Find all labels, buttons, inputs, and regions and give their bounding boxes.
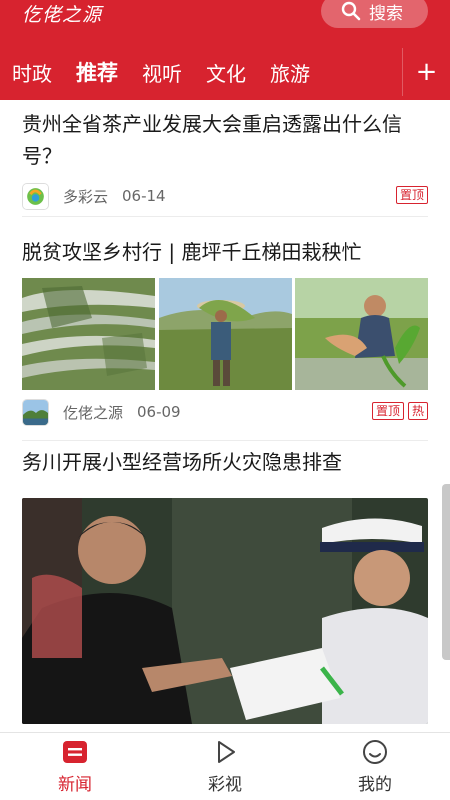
- article-title: 脱贫攻坚乡村行 | 鹿坪千丘梯田栽秧忙: [22, 240, 362, 264]
- source-name: 多彩云: [63, 187, 109, 206]
- search-icon: [341, 1, 361, 21]
- tab-travel[interactable]: 旅游: [270, 58, 310, 87]
- article-meta: 仡佬之源 06-09 置顶 热: [22, 398, 428, 426]
- news-feed[interactable]: 贵州全省茶产业发展大会重启透露出什么信号？ 多彩云 06-14 置顶 脱贫攻坚乡…: [0, 100, 450, 732]
- play-icon: [218, 740, 235, 763]
- list-item[interactable]: 务川开展小型经营场所火灾隐患排查: [22, 446, 428, 732]
- nav-news[interactable]: 新闻: [0, 733, 150, 800]
- article-title: 务川开展小型经营场所火灾隐患排查: [22, 450, 342, 474]
- publish-date: 06-09: [137, 403, 181, 421]
- scrollbar[interactable]: [442, 484, 450, 660]
- fire-inspection-photo: [22, 498, 428, 724]
- app-logo: 仡佬之源: [22, 4, 103, 26]
- article-title: 贵州全省茶产业发展大会重启透露出什么信号？: [22, 112, 402, 168]
- pinned-badge: 置顶: [395, 186, 428, 204]
- hot-badge: 热: [407, 402, 428, 420]
- channel-tabs: 时政 推荐 视听 文化 旅游: [0, 48, 400, 96]
- image-gallery: [22, 278, 428, 390]
- terrace-photo: [22, 278, 155, 390]
- list-item[interactable]: 贵州全省茶产业发展大会重启透露出什么信号？ 多彩云 06-14 置顶: [22, 108, 428, 218]
- tab-culture[interactable]: 文化: [206, 58, 246, 87]
- smiley-icon: [363, 739, 387, 764]
- top-header: 仡佬之源 搜索 时政 推荐 视听 文化 旅游 +: [0, 0, 450, 100]
- divider: [22, 216, 428, 217]
- tab-politics[interactable]: 时政: [12, 58, 52, 87]
- nav-news-label: 新闻: [58, 774, 92, 795]
- tab-recommend[interactable]: 推荐: [76, 57, 118, 87]
- publish-date: 06-14: [122, 187, 166, 205]
- pinned-badge: 置顶: [371, 402, 404, 420]
- search-label: 搜索: [369, 3, 403, 24]
- source-avatar: [22, 398, 49, 426]
- search-button[interactable]: 搜索: [321, 0, 428, 28]
- source-avatar: [22, 182, 49, 210]
- news-icon: [63, 740, 87, 763]
- add-channel-button[interactable]: +: [402, 48, 450, 96]
- farmer-planting-rice-photo: [295, 278, 428, 390]
- farmer-carrying-seedlings-photo: [158, 278, 292, 390]
- article-meta: 多彩云 06-14 置顶: [22, 182, 428, 210]
- nav-mine[interactable]: 我的: [300, 733, 450, 800]
- bottom-nav: 新闻 彩视 我的: [0, 732, 450, 800]
- list-item[interactable]: 脱贫攻坚乡村行 | 鹿坪千丘梯田栽秧忙 仡佬之源 06-09 置顶 热: [22, 236, 428, 436]
- tab-video[interactable]: 视听: [142, 58, 182, 87]
- nav-mine-label: 我的: [358, 774, 392, 795]
- nav-video-label: 彩视: [208, 774, 242, 795]
- nav-video[interactable]: 彩视: [150, 733, 300, 800]
- divider: [22, 440, 428, 441]
- source-name: 仡佬之源: [63, 403, 124, 422]
